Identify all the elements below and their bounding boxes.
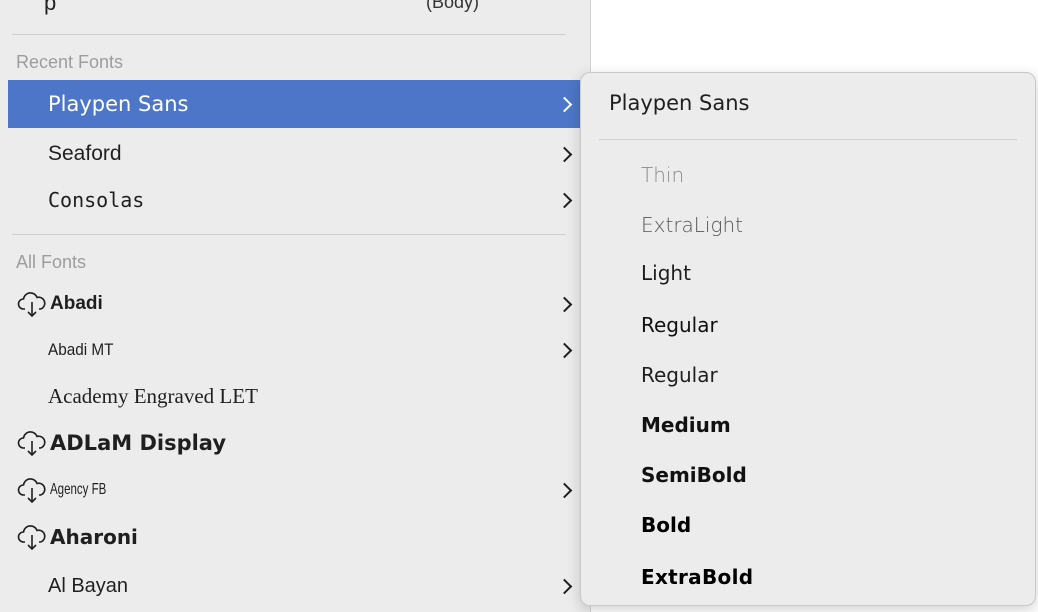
recent-font-item-consolas[interactable]: Consolas bbox=[8, 176, 582, 224]
weight-item-semibold[interactable]: SemiBold bbox=[641, 463, 747, 487]
chevron-right-icon bbox=[556, 96, 573, 112]
font-item-adlam-display[interactable]: ADLaM Display bbox=[8, 419, 582, 467]
font-item-academy-engraved-let[interactable]: Academy Engraved LET bbox=[8, 372, 582, 420]
font-item-label: Al Bayan bbox=[48, 574, 129, 597]
recent-font-item-playpen-sans[interactable]: Playpen Sans bbox=[8, 80, 582, 128]
chevron-right-icon bbox=[556, 342, 573, 358]
chevron-right-icon bbox=[556, 192, 573, 208]
menu-divider bbox=[12, 234, 566, 235]
chevron-right-icon bbox=[556, 578, 573, 594]
cloud-download-icon bbox=[17, 478, 46, 504]
submenu-title: Playpen Sans bbox=[609, 91, 750, 115]
weight-item-medium[interactable]: Medium bbox=[641, 413, 731, 437]
font-item-agency-fb[interactable]: Agency FB bbox=[8, 466, 582, 514]
chevron-right-icon bbox=[556, 296, 573, 312]
font-item-label: Playpen Sans bbox=[48, 92, 189, 116]
weight-item-thin[interactable]: Thin bbox=[641, 163, 684, 187]
font-item-label: Abadi MT bbox=[48, 340, 114, 359]
top-row-body-label: (Body) bbox=[426, 0, 480, 12]
font-item-label: Academy Engraved LET bbox=[48, 383, 258, 408]
font-item-al-bayan[interactable]: Al Bayan bbox=[8, 562, 582, 610]
chevron-right-icon bbox=[556, 146, 573, 162]
weight-item-bold[interactable]: Bold bbox=[641, 513, 691, 537]
cloud-download-icon bbox=[17, 525, 46, 551]
cloud-download-icon bbox=[17, 431, 46, 457]
font-weight-submenu: Playpen Sans Thin ExtraLight Light Regul… bbox=[580, 72, 1036, 606]
font-item-aharoni[interactable]: Aharoni bbox=[8, 513, 582, 561]
recent-font-item-seaford[interactable]: Seaford bbox=[8, 130, 582, 178]
font-item-label: Agency FB bbox=[50, 481, 107, 498]
cloud-download-icon bbox=[17, 292, 46, 318]
weight-item-regular-2[interactable]: Regular bbox=[641, 363, 718, 387]
font-item-label: Consolas bbox=[48, 188, 145, 212]
submenu-divider bbox=[599, 139, 1017, 140]
chevron-right-icon bbox=[556, 482, 573, 498]
recent-fonts-header: Recent Fonts bbox=[16, 52, 124, 72]
font-item-label: Seaford bbox=[48, 142, 122, 165]
font-item-abadi[interactable]: Abadi bbox=[8, 280, 582, 328]
weight-item-regular[interactable]: Regular bbox=[641, 313, 718, 337]
top-row-partial-label: p bbox=[44, 0, 57, 15]
font-menu-top-row-partial[interactable]: p (Body) bbox=[0, 0, 590, 34]
weight-item-extrabold[interactable]: ExtraBold bbox=[641, 565, 753, 589]
font-item-label: ADLaM Display bbox=[50, 431, 227, 455]
weight-item-light[interactable]: Light bbox=[641, 261, 691, 285]
all-fonts-header: All Fonts bbox=[16, 252, 87, 272]
font-menu: p (Body) Recent Fonts Playpen Sans Seafo… bbox=[0, 0, 591, 612]
font-item-abadi-mt[interactable]: Abadi MT bbox=[8, 326, 582, 374]
weight-item-extralight[interactable]: ExtraLight bbox=[641, 213, 743, 237]
font-item-label: Abadi bbox=[50, 293, 103, 314]
menu-divider bbox=[12, 34, 566, 35]
font-item-label: Aharoni bbox=[50, 525, 138, 549]
